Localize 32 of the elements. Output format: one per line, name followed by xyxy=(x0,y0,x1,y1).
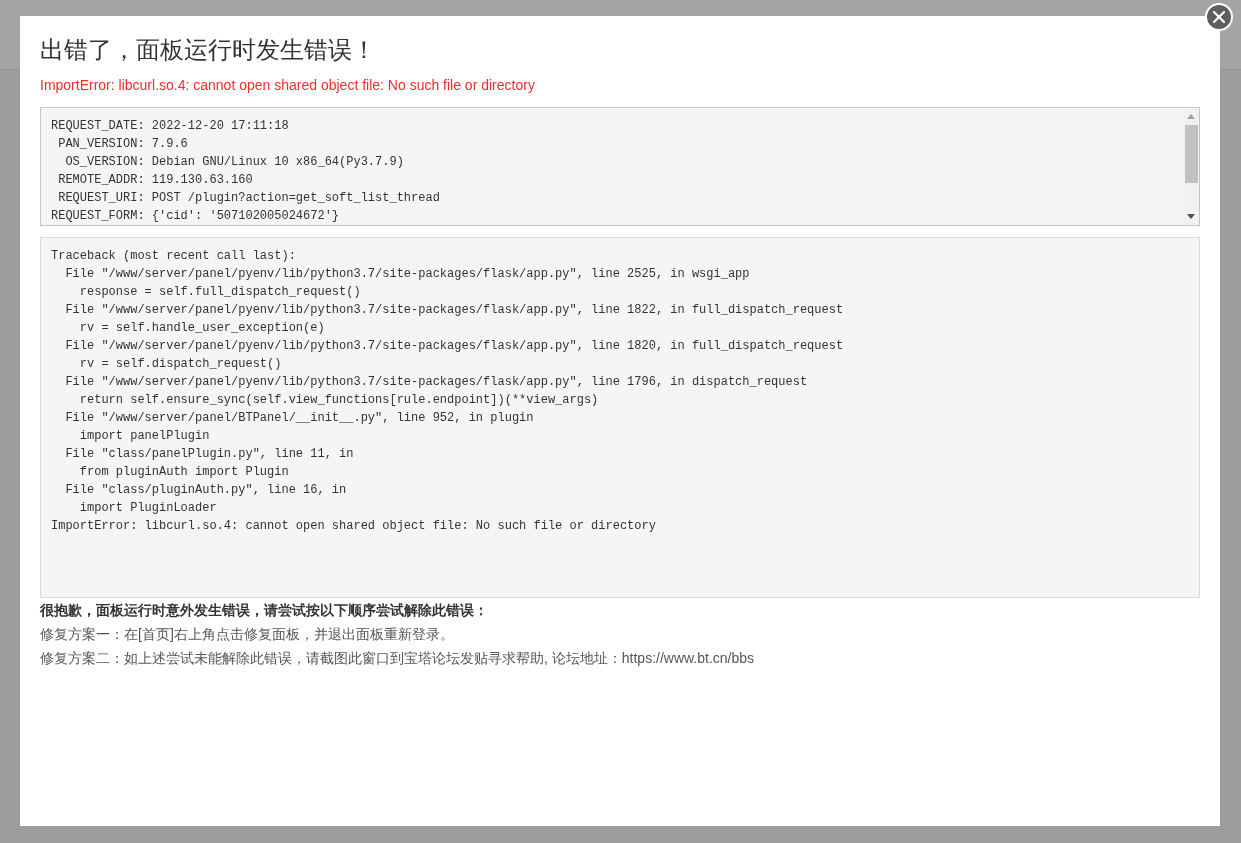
help-step: 修复方案二：如上述尝试未能解除此错误，请截图此窗口到宝塔论坛发贴寻求帮助, 论坛地址：https://www.bt.cn/bbs xyxy=(40,646,755,670)
scrollbar[interactable] xyxy=(1183,108,1199,225)
traceback-line: from pluginAuth import Plugin xyxy=(78,464,289,481)
traceback-line: File "/www/server/panel/pyenv/lib/python3.7/site-packages/flask/app.py", line 2525, in wsgi_app xyxy=(64,266,750,283)
traceback-line: File "class/pluginAuth.py", line 16, in xyxy=(64,482,347,499)
request-info-line: PAN_VERSION: 7.9.6 xyxy=(57,136,188,153)
request-info-line: OS_VERSION: Debian GNU/Linux 10 x86_64(Py3.7.9) xyxy=(64,154,404,171)
request-info-line: REQUEST_URI: POST /plugin?action=get_soft_list_thread xyxy=(57,190,440,207)
traceback-line: File "class/panelPlugin.py", line 11, in xyxy=(64,446,354,463)
error-message: ImportError: libcurl.so.4: cannot open shared object file: No such file or directory xyxy=(40,76,535,95)
traceback-line: File "/www/server/panel/pyenv/lib/python3.7/site-packages/flask/app.py", line 1820, in full_dispatch_request xyxy=(64,338,844,355)
traceback-line: rv = self.handle_user_exception(e) xyxy=(78,320,325,337)
traceback-line: response = self.full_dispatch_request() xyxy=(78,284,361,301)
request-info-line: REQUEST_FORM: {'cid': '507102005024672'} xyxy=(51,208,340,225)
traceback-line: File "/www/server/panel/pyenv/lib/python3.7/site-packages/flask/app.py", line 1822, in full_dispatch_request xyxy=(64,302,844,319)
dialog-title: 出错了，面板运行时发生错误！ xyxy=(40,35,376,65)
traceback-line: File "/www/server/panel/pyenv/lib/python3.7/site-packages/flask/app.py", line 1796, in dispatch_request xyxy=(64,374,808,391)
traceback-line: ImportError: libcurl.so.4: cannot open shared object file: No such file or directory xyxy=(51,518,656,535)
request-info-line: REMOTE_ADDR: 119.130.63.160 xyxy=(57,172,253,189)
traceback-line: return self.ensure_sync(self.view_functions[rule.endpoint])(**view_args) xyxy=(78,392,599,409)
help-heading: 很抱歉，面板运行时意外发生错误，请尝试按以下顺序尝试解除此错误： xyxy=(40,601,488,620)
scroll-up-icon[interactable] xyxy=(1187,114,1195,119)
scrollbar-thumb[interactable] xyxy=(1184,125,1198,183)
request-info-line: REQUEST_DATE: 2022-12-20 17:11:18 xyxy=(51,118,289,135)
help-step: 修复方案一：在[首页]右上角点击修复面板，并退出面板重新登录。 xyxy=(40,622,454,646)
traceback-line: rv = self.dispatch_request() xyxy=(78,356,282,373)
traceback-line: File "/www/server/panel/BTPanel/__init__.py", line 952, in plugin xyxy=(64,410,534,427)
scroll-down-icon[interactable] xyxy=(1187,214,1195,219)
traceback-line: import PluginLoader xyxy=(78,500,217,517)
traceback-line: import panelPlugin xyxy=(78,428,210,445)
close-icon xyxy=(1213,11,1225,23)
traceback-line: Traceback (most recent call last): xyxy=(51,248,296,265)
